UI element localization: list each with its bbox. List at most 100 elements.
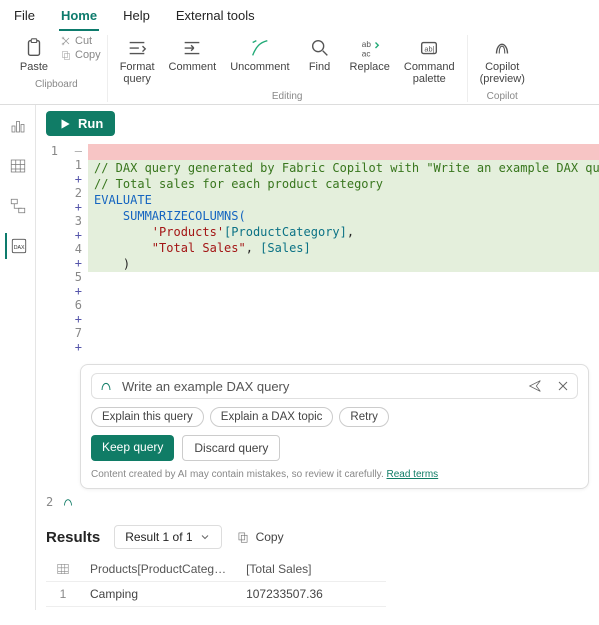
menu-help[interactable]: Help — [121, 5, 152, 31]
sidebar-table-view[interactable] — [5, 153, 31, 179]
close-icon[interactable] — [555, 378, 571, 394]
format-icon — [126, 37, 148, 59]
ribbon-group-copilot: Copilot (preview) Copilot — [468, 35, 537, 102]
table-icon — [56, 562, 70, 576]
copy-results-button[interactable]: Copy — [236, 530, 284, 544]
copilot-icon — [98, 378, 114, 394]
copy-icon — [60, 49, 72, 61]
uncomment-button[interactable]: Uncomment — [224, 35, 295, 75]
menu-home[interactable]: Home — [59, 5, 99, 31]
main-area: DAX Run 1 — 1+ 2+ 3+ 4+ 5+ 6+ 7+ // DAX — [0, 105, 599, 610]
results-header: Results Result 1 of 1 Copy — [46, 525, 589, 549]
uncomment-icon — [249, 37, 271, 59]
copilot-button[interactable]: Copilot (preview) — [474, 35, 531, 87]
svg-text:ab: ab — [361, 40, 371, 49]
copilot-prompt-row: Write an example DAX query — [91, 373, 578, 399]
send-icon[interactable] — [527, 378, 543, 394]
ribbon-group-editing-label: Editing — [272, 91, 303, 102]
sidebar-report-view[interactable] — [5, 113, 31, 139]
chip-explain-dax-topic[interactable]: Explain a DAX topic — [210, 407, 334, 427]
chip-retry[interactable]: Retry — [339, 407, 388, 427]
uncomment-label: Uncomment — [230, 61, 289, 73]
cell-category: Hiking — [80, 607, 236, 611]
format-query-label: Format query — [120, 61, 155, 85]
format-query-button[interactable]: Format query — [114, 35, 161, 87]
paste-label: Paste — [20, 61, 48, 73]
cell-total-sales: 108833624.74 — [236, 607, 386, 611]
keep-query-button[interactable]: Keep query — [91, 435, 174, 461]
ribbon: Paste Cut Copy Clipboard Format query Co… — [0, 31, 599, 105]
scissors-icon — [60, 35, 72, 47]
cell-total-sales: 107233507.36 — [236, 582, 386, 607]
play-icon — [58, 117, 72, 131]
bar-chart-icon — [9, 117, 27, 135]
table-row: 2Hiking108833624.74 — [46, 607, 386, 611]
comment-label: Comment — [169, 61, 217, 73]
copy-button[interactable]: Copy — [60, 49, 101, 61]
command-palette-button[interactable]: ab|Command palette — [398, 35, 461, 87]
find-button[interactable]: Find — [298, 35, 342, 75]
code-text: "Total Sales" — [94, 241, 246, 255]
run-label: Run — [78, 116, 103, 131]
copilot-icon[interactable] — [61, 495, 75, 509]
ai-disclaimer: Content created by AI may contain mistak… — [91, 469, 578, 480]
copilot-prompt-text[interactable]: Write an example DAX query — [122, 379, 519, 394]
code-line-error — [88, 144, 599, 160]
svg-text:ac: ac — [361, 49, 370, 58]
results-selector[interactable]: Result 1 of 1 — [114, 525, 221, 549]
chip-explain-this-query[interactable]: Explain this query — [91, 407, 204, 427]
copy-icon — [236, 530, 250, 544]
row-number: 2 — [46, 607, 80, 611]
ai-disclaimer-text: Content created by AI may contain mistak… — [91, 469, 387, 480]
replace-label: Replace — [350, 61, 390, 73]
code-text: ) — [94, 257, 130, 271]
code-text: [ProductCategory] — [224, 225, 347, 239]
chevron-down-icon — [199, 531, 211, 543]
col-header-total-sales[interactable]: [Total Sales] — [236, 557, 386, 582]
ribbon-group-clipboard: Paste Cut Copy Clipboard — [6, 35, 108, 102]
left-sidebar: DAX — [0, 105, 36, 610]
copilot-suggestion-chips: Explain this query Explain a DAX topic R… — [91, 407, 578, 427]
cursor-row: 2 — [46, 495, 589, 509]
comment-button[interactable]: Comment — [163, 35, 223, 75]
cursor-line-number: 2 — [46, 495, 53, 509]
row-number: 1 — [46, 582, 80, 607]
col-header-category[interactable]: Products[ProductCateg… — [80, 557, 236, 582]
cut-button[interactable]: Cut — [60, 35, 101, 47]
command-palette-icon: ab| — [418, 37, 440, 59]
discard-query-button[interactable]: Discard query — [182, 435, 280, 461]
menubar: File Home Help External tools — [0, 0, 599, 31]
cell-category: Camping — [80, 582, 236, 607]
code-editor[interactable]: 1 — 1+ 2+ 3+ 4+ 5+ 6+ 7+ // DAX query ge… — [46, 144, 589, 354]
model-icon — [9, 197, 27, 215]
code-text: , — [246, 241, 260, 255]
sidebar-dax-view[interactable]: DAX — [5, 233, 31, 259]
code-gutter: — 1+ 2+ 3+ 4+ 5+ 6+ 7+ — [64, 144, 88, 354]
ribbon-group-editing: Format query Comment Uncomment Find abac… — [108, 35, 468, 102]
code-text: // Total sales for each product category — [94, 177, 383, 191]
sidebar-model-view[interactable] — [5, 193, 31, 219]
code-lines: // DAX query generated by Fabric Copilot… — [88, 144, 599, 354]
read-terms-link[interactable]: Read terms — [387, 469, 439, 480]
search-icon — [309, 37, 331, 59]
gutter-collapsed-icon: — — [75, 144, 82, 158]
menu-file[interactable]: File — [12, 5, 37, 31]
replace-icon: abac — [359, 37, 381, 59]
clipboard-icon — [23, 37, 45, 59]
table-corner — [46, 557, 80, 582]
code-text: [Sales] — [260, 241, 311, 255]
cut-label: Cut — [75, 35, 92, 47]
replace-button[interactable]: abac Replace — [344, 35, 396, 75]
copilot-inline-box: Write an example DAX query Explain this … — [80, 364, 589, 489]
find-label: Find — [309, 61, 330, 73]
code-text: EVALUATE — [94, 193, 152, 207]
copilot-label: Copilot (preview) — [480, 61, 525, 85]
run-button[interactable]: Run — [46, 111, 115, 136]
comment-icon — [181, 37, 203, 59]
code-text: , — [347, 225, 354, 239]
svg-text:DAX: DAX — [13, 245, 24, 251]
ribbon-group-copilot-label: Copilot — [487, 91, 518, 102]
menu-external-tools[interactable]: External tools — [174, 5, 257, 31]
paste-button[interactable]: Paste — [12, 35, 56, 75]
results-title: Results — [46, 529, 100, 546]
